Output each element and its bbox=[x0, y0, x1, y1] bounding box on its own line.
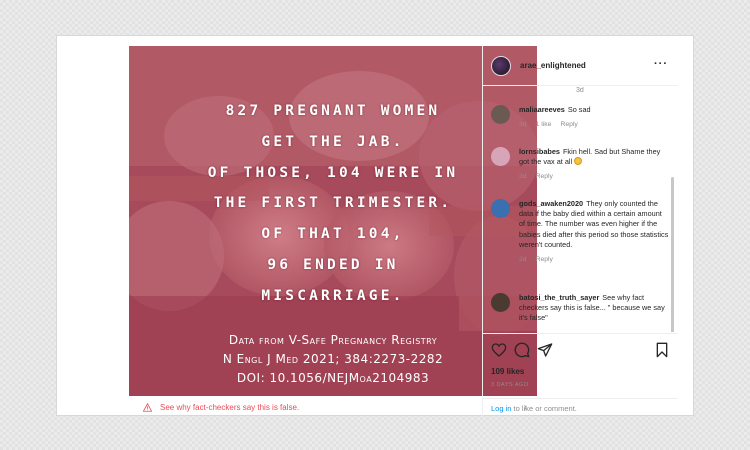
avatar[interactable] bbox=[491, 105, 510, 124]
post-username[interactable]: arae_enlightened bbox=[520, 61, 586, 70]
comment-like-count[interactable]: 1 like bbox=[536, 121, 552, 128]
comment-time: 3d bbox=[519, 173, 527, 181]
comment-username[interactable]: maliaareeves bbox=[519, 105, 565, 114]
reply-button[interactable]: Reply bbox=[536, 173, 553, 180]
post-header: arae_enlightened ··· bbox=[483, 46, 678, 86]
post-image[interactable]: 827 PREGNANT WOMEN GET THE JAB. OF THOSE… bbox=[129, 46, 537, 396]
list-item: batosi_the_truth_sayer See why fact check… bbox=[491, 293, 669, 324]
face-emoji-icon bbox=[574, 157, 583, 166]
list-item: lornsibabes Fkin hell. Sad but Shame they… bbox=[491, 147, 669, 180]
comment-username[interactable]: gods_awaken2020 bbox=[519, 199, 583, 208]
comment-time: 2d bbox=[519, 256, 527, 264]
headline-line: MISCARRIAGE. bbox=[261, 287, 405, 304]
comment-meta: 3d Reply bbox=[519, 173, 669, 180]
source-citation: Data from V-Safe Pregnancy Registry N En… bbox=[129, 331, 537, 388]
headline-line: OF THAT 104, bbox=[261, 226, 405, 243]
bookmark-icon[interactable] bbox=[654, 342, 670, 358]
avatar[interactable] bbox=[491, 293, 510, 312]
list-item: maliaareeves So sad 3d 1 like Reply bbox=[491, 105, 669, 128]
headline-text: 827 PREGNANT WOMEN GET THE JAB. OF THOSE… bbox=[129, 96, 537, 312]
comment-body: maliaareeves So sad bbox=[519, 105, 669, 115]
comment-body: gods_awaken2020 They only counted the dat… bbox=[519, 199, 669, 250]
comment-body: lornsibabes Fkin hell. Sad but Shame they… bbox=[519, 147, 669, 167]
headline-line: THE FIRST TRIMESTER. bbox=[213, 195, 453, 212]
reply-button[interactable]: Reply bbox=[536, 256, 553, 263]
like-count[interactable]: 109 likes bbox=[491, 367, 524, 376]
headline-line: GET THE JAB. bbox=[261, 133, 405, 150]
login-link[interactable]: Log in bbox=[491, 404, 511, 413]
comments-list: 3d maliaareeves So sad 3d 1 like Reply lorn… bbox=[483, 87, 678, 332]
factcheck-label: See why fact-checkers say this is false. bbox=[160, 403, 300, 412]
reply-button[interactable]: Reply bbox=[560, 121, 577, 128]
scrollbar[interactable] bbox=[671, 177, 674, 332]
more-horizontal-icon[interactable]: ··· bbox=[654, 58, 668, 70]
comment-username[interactable]: batosi_the_truth_sayer bbox=[519, 293, 599, 302]
comment-time-partial: 3d bbox=[576, 87, 584, 94]
login-prompt-text: to like or comment. bbox=[511, 404, 577, 413]
avatar[interactable] bbox=[491, 199, 510, 218]
source-line: DOI: 10.1056/NEJMoa2104983 bbox=[236, 371, 430, 385]
instagram-post-card: 827 PREGNANT WOMEN GET THE JAB. OF THOSE… bbox=[56, 35, 694, 417]
warning-icon bbox=[143, 403, 152, 412]
headline-line: 827 PREGNANT WOMEN bbox=[225, 103, 441, 119]
avatar[interactable] bbox=[491, 55, 511, 76]
login-prompt: Log in to like or comment. bbox=[483, 398, 678, 417]
post-date: 3 DAYS AGO bbox=[491, 382, 529, 388]
avatar[interactable] bbox=[491, 147, 510, 166]
source-line: N Engl J Med 2021; 384:2273-2282 bbox=[222, 352, 444, 366]
headline-line: OF THOSE, 104 WERE IN bbox=[207, 164, 459, 181]
comment-meta: 2d Reply bbox=[519, 256, 669, 263]
list-item: gods_awaken2020 They only counted the dat… bbox=[491, 199, 669, 263]
comment-body: batosi_the_truth_sayer See why fact check… bbox=[519, 293, 669, 324]
post-actions: 109 likes 3 DAYS AGO bbox=[483, 333, 678, 393]
paper-plane-icon[interactable] bbox=[537, 342, 553, 358]
post-sidebar: arae_enlightened ··· 3d maliaareeves So s… bbox=[482, 46, 678, 417]
source-line: Data from V-Safe Pregnancy Registry bbox=[228, 333, 438, 347]
factcheck-bar[interactable]: See why fact-checkers say this is false.… bbox=[129, 398, 537, 417]
comment-icon[interactable] bbox=[514, 342, 530, 358]
comment-username[interactable]: lornsibabes bbox=[519, 147, 560, 156]
comment-time: 3d bbox=[519, 121, 527, 129]
headline-line: 96 ENDED IN bbox=[267, 256, 399, 273]
heart-icon[interactable] bbox=[491, 342, 507, 358]
comment-meta: 3d 1 like Reply bbox=[519, 121, 669, 128]
comment-text: So sad bbox=[567, 105, 591, 114]
